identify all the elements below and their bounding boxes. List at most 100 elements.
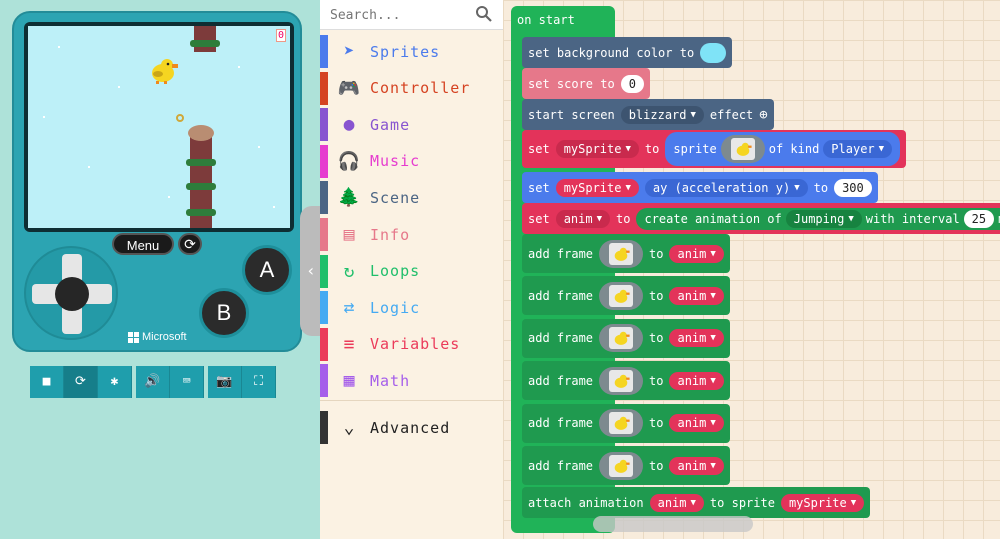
- category-info[interactable]: ▤ Info: [320, 218, 503, 251]
- property-name: ay (acceleration y): [652, 180, 791, 195]
- action-dropdown[interactable]: Jumping ▼: [785, 209, 862, 228]
- color-swatch[interactable]: [700, 42, 727, 63]
- microsoft-logo-icon: [128, 331, 139, 343]
- horizontal-scrollbar[interactable]: [593, 516, 753, 532]
- add-frame-block[interactable]: add frame to anim ▼: [522, 361, 730, 401]
- screenshot-icon[interactable]: 📷: [208, 366, 242, 398]
- variable-dropdown[interactable]: anim ▼: [669, 371, 724, 390]
- score-display: 0: [276, 29, 286, 42]
- duck-sprite: [152, 59, 178, 84]
- blocks-workspace[interactable]: on start set background color to set sco…: [503, 0, 1000, 539]
- variable-name: anim: [677, 416, 707, 431]
- duck-image-icon: [609, 454, 634, 477]
- add-frame-block[interactable]: add frame to anim ▼: [522, 403, 730, 443]
- category-game[interactable]: ● Game: [320, 108, 503, 142]
- variable-dropdown[interactable]: anim ▼: [649, 493, 704, 512]
- search-icon[interactable]: [475, 5, 493, 23]
- search-input[interactable]: [330, 5, 470, 25]
- category-logic-icon: ⇄: [343, 297, 355, 319]
- block-text: to: [644, 142, 660, 156]
- block-text: to: [813, 180, 829, 195]
- category-loops[interactable]: ↻ Loops: [320, 254, 503, 288]
- variable-dropdown[interactable]: mySprite ▼: [555, 140, 639, 158]
- variable-dropdown[interactable]: anim ▼: [669, 329, 724, 348]
- category-music[interactable]: 🎧 Music: [320, 144, 503, 178]
- stop-icon[interactable]: ■: [30, 366, 64, 398]
- caret-icon: ▼: [710, 333, 716, 344]
- keyboard-icon[interactable]: ⌨: [170, 366, 204, 398]
- category-sprites-icon: ➤: [343, 41, 355, 62]
- score-value-input[interactable]: 0: [620, 74, 644, 93]
- block-text: add frame: [528, 246, 594, 261]
- reset-icon[interactable]: ⟳: [178, 233, 202, 255]
- variable-dropdown[interactable]: mySprite ▼: [780, 493, 865, 512]
- chevron-down-icon: ⌄: [343, 417, 355, 438]
- add-frame-block[interactable]: add frame to anim ▼: [522, 446, 730, 485]
- interval-value-input[interactable]: 25: [963, 209, 995, 228]
- debug-icon[interactable]: ✱: [98, 366, 132, 398]
- caret-icon: ▼: [710, 290, 716, 301]
- category-info-icon: ▤: [343, 224, 355, 245]
- set-sprite-block[interactable]: set mySprite ▼ to sprite of kind Player ▼: [522, 130, 907, 168]
- category-controller[interactable]: 🎮 Controller: [320, 71, 503, 105]
- frame-image-picker[interactable]: [599, 451, 644, 480]
- add-frame-block[interactable]: add frame to anim ▼: [522, 276, 730, 316]
- block-text: to: [649, 458, 664, 473]
- frame-image-picker[interactable]: [599, 409, 644, 438]
- category-sprites[interactable]: ➤ Sprites: [320, 35, 503, 68]
- frame-image-picker[interactable]: [599, 239, 644, 268]
- create-animation-block[interactable]: create animation of Jumping ▼ with interv…: [636, 207, 1000, 230]
- attach-animation-block[interactable]: attach animation anim ▼ to sprite mySprit…: [522, 487, 871, 518]
- sprite-image-picker[interactable]: [720, 135, 765, 163]
- block-text: add frame: [528, 373, 594, 388]
- pipe-top: [190, 26, 220, 52]
- category-variables[interactable]: ≡ Variables: [320, 327, 503, 361]
- kind-dropdown[interactable]: Player ▼: [823, 140, 893, 158]
- caret-icon: ▼: [710, 375, 716, 386]
- collapse-simulator-icon[interactable]: ‹: [300, 206, 322, 336]
- set-animation-block[interactable]: set anim ▼ to create animation of Jumping…: [522, 203, 1000, 234]
- frame-image-picker[interactable]: [599, 366, 644, 395]
- category-scene[interactable]: 🌲 Scene: [320, 181, 503, 215]
- variable-dropdown[interactable]: mySprite ▼: [555, 178, 639, 197]
- block-text: effect: [709, 107, 754, 122]
- effect-dropdown[interactable]: blizzard ▼: [620, 105, 704, 124]
- variable-dropdown[interactable]: anim ▼: [669, 286, 724, 305]
- frame-image-picker[interactable]: [599, 324, 644, 353]
- game-screen[interactable]: 0: [28, 26, 290, 228]
- dpad[interactable]: [24, 246, 118, 340]
- volume-icon[interactable]: 🔊: [136, 366, 170, 398]
- variable-dropdown[interactable]: anim ▼: [669, 456, 724, 475]
- category-math[interactable]: ▦ Math: [320, 364, 503, 398]
- a-button[interactable]: A: [242, 245, 292, 295]
- screen-effect-block[interactable]: start screen blizzard ▼ effect ⊕: [522, 99, 774, 130]
- add-param-icon[interactable]: ⊕: [759, 107, 767, 123]
- set-background-color-block[interactable]: set background color to: [522, 37, 733, 68]
- set-acceleration-block[interactable]: set mySprite ▼ ay (acceleration y) ▼ to 30…: [522, 172, 878, 203]
- variable-dropdown[interactable]: anim ▼: [669, 244, 724, 263]
- category-logic[interactable]: ⇄ Logic: [320, 291, 503, 325]
- variable-dropdown[interactable]: anim ▼: [555, 209, 611, 228]
- on-start-label: on start: [517, 13, 575, 27]
- category-advanced[interactable]: ⌄ Advanced: [320, 411, 503, 444]
- b-button[interactable]: B: [199, 288, 249, 338]
- restart-icon[interactable]: ⟳: [64, 366, 98, 398]
- sprite-of-kind-block[interactable]: sprite of kind Player ▼: [665, 132, 901, 166]
- block-text: set: [528, 180, 550, 195]
- block-text: to: [649, 331, 664, 346]
- frame-image-picker[interactable]: [599, 281, 644, 310]
- acceleration-value-input[interactable]: 300: [834, 178, 872, 197]
- pipe-bottom: [186, 125, 216, 228]
- add-frame-block[interactable]: add frame to anim ▼: [522, 234, 730, 273]
- block-text: add frame: [528, 458, 594, 473]
- set-score-block[interactable]: set score to 0: [522, 68, 650, 99]
- menu-button[interactable]: Menu: [112, 233, 174, 255]
- fullscreen-icon[interactable]: ⛶: [242, 366, 276, 398]
- block-text: to: [649, 246, 664, 261]
- caret-icon: ▼: [625, 182, 631, 193]
- caret-icon: ▼: [596, 213, 603, 224]
- add-frame-block[interactable]: add frame to anim ▼: [522, 318, 730, 358]
- variable-dropdown[interactable]: anim ▼: [669, 414, 724, 433]
- property-dropdown[interactable]: ay (acceleration y) ▼: [644, 178, 808, 197]
- block-text: attach animation: [528, 495, 644, 510]
